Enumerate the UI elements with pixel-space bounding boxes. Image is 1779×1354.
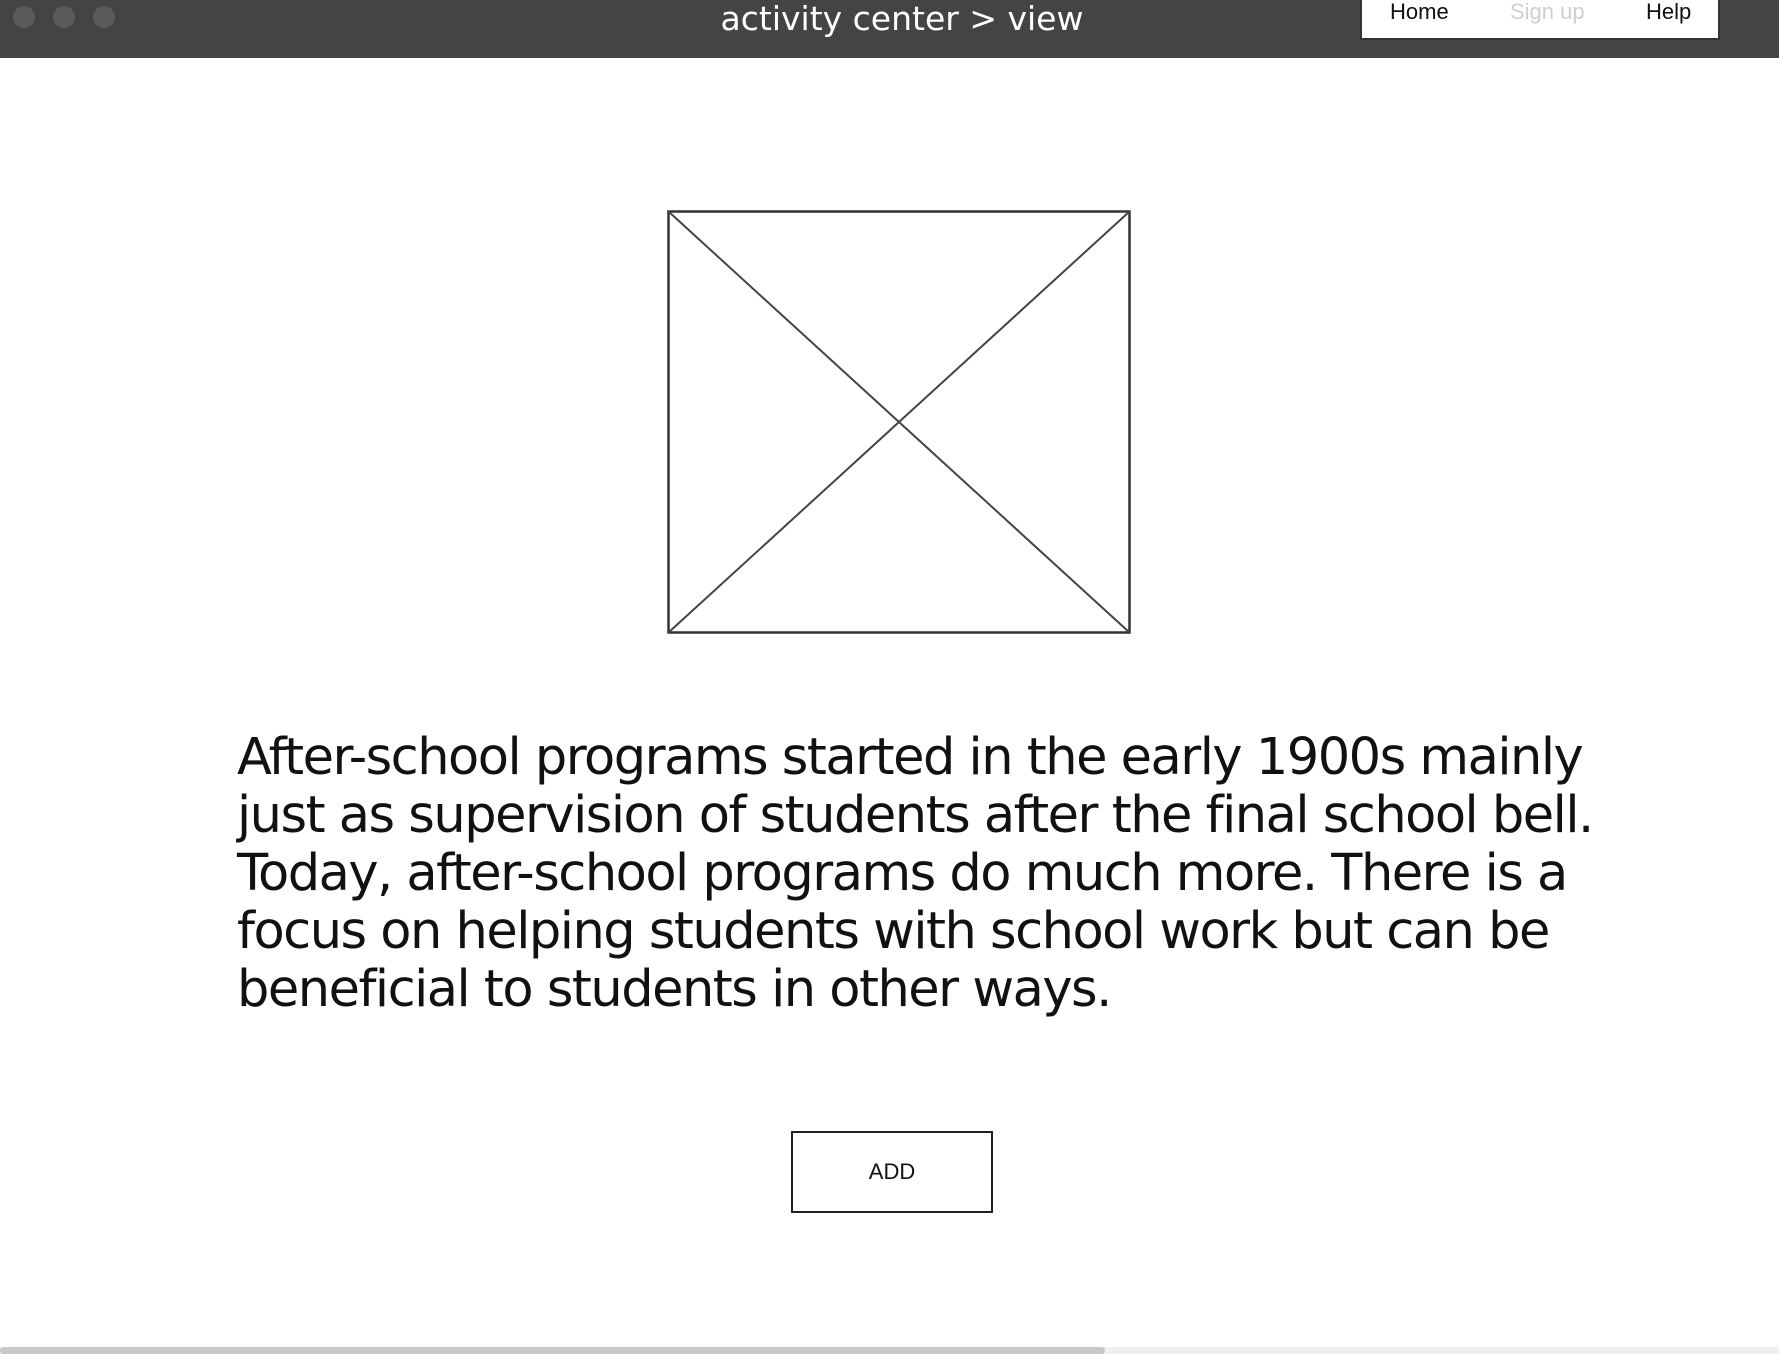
nav-help-link[interactable]: Help bbox=[1646, 0, 1691, 26]
nav-signup-link[interactable]: Sign up bbox=[1510, 0, 1585, 26]
scrollbar-thumb[interactable] bbox=[0, 1347, 1105, 1354]
title-bar: activity center > view Home Sign up Help bbox=[0, 0, 1779, 58]
top-navigation: Home Sign up Help bbox=[1360, 0, 1720, 40]
nav-home-link[interactable]: Home bbox=[1390, 0, 1449, 26]
horizontal-scrollbar[interactable] bbox=[0, 1347, 1779, 1354]
add-button[interactable]: ADD bbox=[791, 1131, 993, 1213]
activity-description: After-school programs started in the ear… bbox=[237, 728, 1594, 1019]
image-placeholder-icon bbox=[667, 210, 1131, 634]
app-window: activity center > view Home Sign up Help… bbox=[0, 0, 1779, 1354]
